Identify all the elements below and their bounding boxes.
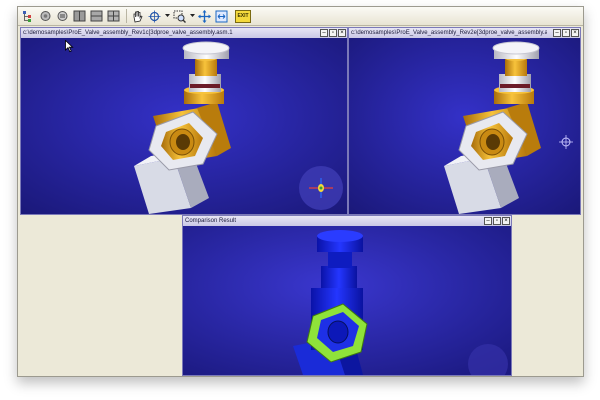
minimize-icon[interactable]: – [484,217,492,225]
zoom-window-icon[interactable] [172,9,187,23]
viewport-right-canvas[interactable] [349,38,580,214]
minimize-icon[interactable]: – [553,29,561,37]
exit-button[interactable]: EXIT [235,9,251,23]
view-layout-2-icon[interactable] [89,9,104,23]
viewport-right-window-controls: – ▫ × [553,29,579,37]
close-icon[interactable]: × [571,29,579,37]
minimize-icon[interactable]: – [320,29,328,37]
restore-icon[interactable]: ▫ [562,29,570,37]
viewport-right[interactable]: c:\demosamples\ProE_Valve_assembly_Rev2e… [348,27,581,215]
orientation-triad-icon[interactable] [299,166,343,210]
comparison-result-title: Comparison Result [185,218,237,224]
main-toolbar: EXIT [18,7,583,26]
save-model-icon[interactable] [55,9,70,23]
viewport-left-title: c:\demosamples\ProE_Valve_assembly_Rev1c… [23,30,233,36]
viewport-left-canvas[interactable] [21,38,347,214]
view-layout-3-icon[interactable] [106,9,121,23]
comparison-result-titlebar: Comparison Result – ▫ × [183,216,511,226]
app-window: EXIT c:\demosamples\ProE_Valve_assembly_… [17,6,584,377]
view-layout-1-icon[interactable] [72,9,87,23]
tree-icon[interactable] [21,9,36,23]
viewport-left[interactable]: c:\demosamples\ProE_Valve_assembly_Rev1c… [20,27,348,215]
comparison-result-window-controls: – ▫ × [484,217,510,225]
zoom-dropdown-arrow-icon[interactable] [189,9,195,23]
close-icon[interactable]: × [338,29,346,37]
close-icon[interactable]: × [502,217,510,225]
rotate-dropdown-arrow-icon[interactable] [164,9,170,23]
pan-hand-icon[interactable] [130,9,145,23]
toolbar-separator [126,9,127,23]
zoom-pan-icon[interactable] [197,9,212,23]
open-model-icon[interactable] [38,9,53,23]
mouse-cursor-icon [65,40,74,53]
viewport-left-titlebar: c:\demosamples\ProE_Valve_assembly_Rev1c… [21,28,347,38]
restore-icon[interactable]: ▫ [329,29,337,37]
restore-icon[interactable]: ▫ [493,217,501,225]
viewport-right-title: c:\demosamples\ProE_Valve_assembly_Rev2e… [351,30,547,36]
viewport-right-titlebar: c:\demosamples\ProE_Valve_assembly_Rev2e… [349,28,580,38]
viewport-left-window-controls: – ▫ × [320,29,346,37]
comparison-result-canvas[interactable] [183,226,511,375]
fit-all-icon[interactable] [214,9,229,23]
rotate-icon[interactable] [147,9,162,23]
viewport-comparison-result[interactable]: Comparison Result – ▫ × [182,215,512,376]
